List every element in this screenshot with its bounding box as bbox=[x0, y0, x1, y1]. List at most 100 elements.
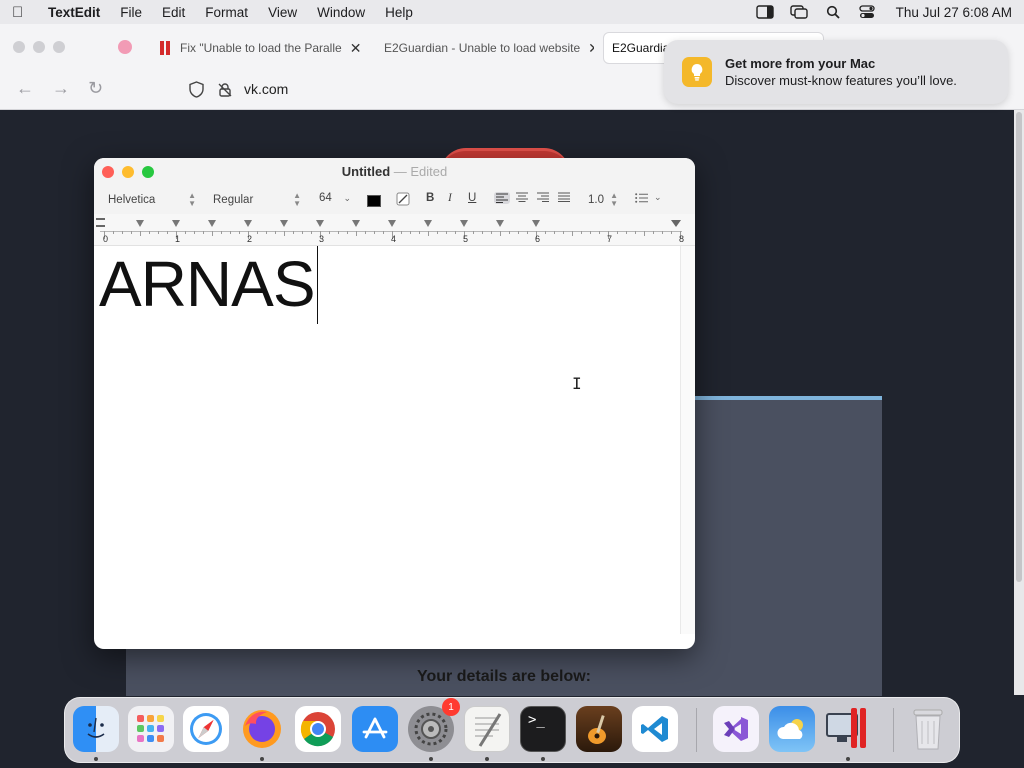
connection-info-icon[interactable] bbox=[217, 82, 233, 101]
tab-stop-marker-icon[interactable] bbox=[172, 220, 180, 227]
weather-icon[interactable] bbox=[769, 706, 815, 752]
indent-marker-icon[interactable] bbox=[96, 218, 105, 227]
ruler-minor-tick bbox=[347, 231, 348, 234]
align-right-icon[interactable] bbox=[537, 192, 549, 202]
bold-button[interactable]: B bbox=[426, 192, 434, 204]
shield-icon[interactable] bbox=[189, 81, 204, 101]
bullet-list-icon bbox=[635, 192, 648, 203]
align-justify-icon[interactable] bbox=[558, 192, 570, 202]
tab-close-icon[interactable]: ✕ bbox=[350, 40, 362, 57]
firefox-icon[interactable] bbox=[239, 706, 285, 752]
chrome-icon[interactable] bbox=[295, 706, 341, 752]
tab-stop-marker-icon[interactable] bbox=[244, 220, 252, 227]
italic-button[interactable]: I bbox=[448, 192, 452, 204]
visual-studio-icon[interactable] bbox=[713, 706, 759, 752]
vscode-icon[interactable] bbox=[632, 706, 678, 752]
ruler-minor-tick bbox=[122, 231, 123, 234]
details-label: Your details are below: bbox=[417, 668, 591, 685]
align-center-icon[interactable] bbox=[516, 192, 528, 202]
browser-minimize-button[interactable] bbox=[33, 41, 45, 53]
document-text[interactable]: ARNAS bbox=[99, 248, 315, 320]
forward-arrow-icon[interactable]: → bbox=[52, 78, 70, 99]
underline-button[interactable]: U bbox=[468, 192, 476, 204]
launchpad-icon[interactable] bbox=[128, 706, 174, 752]
app-menu-textedit[interactable]: TextEdit bbox=[48, 5, 100, 20]
ruler-minor-tick bbox=[365, 231, 366, 234]
font-style-value: Regular bbox=[213, 194, 254, 206]
safari-icon[interactable] bbox=[183, 706, 229, 752]
apple-menu-icon[interactable]:  bbox=[12, 4, 38, 21]
ruler-minor-tick bbox=[419, 231, 420, 234]
tab-stop-marker-icon[interactable] bbox=[532, 220, 540, 227]
trash-icon[interactable] bbox=[905, 706, 951, 752]
tab-stop-marker-icon[interactable] bbox=[352, 220, 360, 227]
menubar-clock[interactable]: Thu Jul 27 6:08 AM bbox=[896, 5, 1012, 20]
tab-stop-marker-icon[interactable] bbox=[136, 220, 144, 227]
menu-format[interactable]: Format bbox=[205, 5, 248, 20]
document-text-line[interactable]: ARNAS bbox=[99, 246, 318, 324]
ruler-number: 0 bbox=[103, 234, 109, 244]
garageband-icon[interactable] bbox=[576, 706, 622, 752]
app-store-icon[interactable] bbox=[352, 706, 398, 752]
tips-notification[interactable]: Get more from your Mac Discover must-kno… bbox=[664, 40, 1008, 104]
reload-icon[interactable]: ↻ bbox=[88, 78, 103, 99]
ruler-minor-tick bbox=[428, 231, 429, 236]
tab-stop-marker-icon[interactable] bbox=[424, 220, 432, 227]
tab-stop-marker-icon[interactable] bbox=[460, 220, 468, 227]
dock-separator bbox=[696, 708, 697, 752]
menu-help[interactable]: Help bbox=[385, 5, 413, 20]
right-margin-marker-icon[interactable] bbox=[671, 220, 681, 227]
ruler[interactable]: 0 1 2 3 4 5 6 7 8 bbox=[94, 214, 695, 246]
page-scrollbar[interactable] bbox=[1014, 110, 1024, 695]
ruler-minor-tick bbox=[311, 231, 312, 234]
ruler-minor-tick bbox=[338, 231, 339, 234]
sidebar-toggle-icon[interactable] bbox=[755, 5, 774, 19]
page-scroll-thumb[interactable] bbox=[1016, 112, 1022, 582]
document-area[interactable]: ARNAS I bbox=[94, 246, 680, 634]
tab-stop-marker-icon[interactable] bbox=[388, 220, 396, 227]
tab-stop-marker-icon[interactable] bbox=[280, 220, 288, 227]
highlight-color-icon[interactable] bbox=[396, 192, 410, 206]
terminal-icon[interactable]: >_ bbox=[520, 706, 566, 752]
tab-stop-marker-icon[interactable] bbox=[316, 220, 324, 227]
screen-mirroring-icon[interactable] bbox=[789, 5, 808, 19]
control-center-icon[interactable] bbox=[858, 5, 876, 19]
font-style-select[interactable]: Regular ▲ ▼ bbox=[213, 192, 301, 208]
ruler-minor-tick bbox=[203, 231, 204, 234]
tab-close-icon[interactable]: ✕ bbox=[588, 40, 594, 57]
textedit-titlebar[interactable]: Untitled — Edited bbox=[94, 158, 695, 186]
list-style-select[interactable]: ⌄ bbox=[635, 192, 662, 203]
document-scrollbar[interactable] bbox=[680, 246, 695, 634]
browser-zoom-button[interactable] bbox=[53, 41, 65, 53]
textedit-icon[interactable] bbox=[464, 706, 510, 752]
font-size-combo[interactable]: 64 ⌄ bbox=[319, 192, 351, 204]
private-browsing-icon[interactable] bbox=[118, 40, 132, 54]
text-color-well[interactable] bbox=[367, 195, 381, 207]
ruler-minor-tick bbox=[239, 231, 240, 234]
line-spacing-select[interactable]: 1.0 ▲ ▼ bbox=[588, 192, 618, 208]
font-family-select[interactable]: Helvetica ▲ ▼ bbox=[108, 192, 196, 208]
ruler-minor-tick bbox=[554, 231, 555, 234]
tab-parallels-fix[interactable]: Fix "Unable to load the Paralle ✕ bbox=[160, 32, 370, 64]
parallels-icon[interactable] bbox=[825, 706, 871, 752]
tab-stop-marker-icon[interactable] bbox=[496, 220, 504, 227]
browser-close-button[interactable] bbox=[13, 41, 25, 53]
tab-e2guardian-unable[interactable]: E2Guardian - Unable to load website ✕ bbox=[384, 32, 594, 64]
menu-file[interactable]: File bbox=[120, 5, 142, 20]
ruler-minor-tick bbox=[653, 231, 654, 234]
chevron-down-icon: ⌄ bbox=[654, 192, 662, 202]
url-field[interactable]: vk.com bbox=[244, 81, 288, 97]
updown-chevron-icon: ▲ ▼ bbox=[610, 191, 618, 208]
ruler-minor-tick bbox=[266, 231, 267, 234]
align-left-icon[interactable] bbox=[494, 192, 510, 204]
spotlight-search-icon[interactable] bbox=[824, 5, 842, 19]
finder-icon[interactable] bbox=[73, 706, 119, 752]
menu-view[interactable]: View bbox=[268, 5, 297, 20]
ruler-minor-tick bbox=[473, 231, 474, 234]
system-settings-icon[interactable]: 1 bbox=[408, 698, 460, 752]
back-arrow-icon[interactable]: ← bbox=[16, 78, 34, 99]
tab-stop-marker-icon[interactable] bbox=[208, 220, 216, 227]
menu-window[interactable]: Window bbox=[317, 5, 365, 20]
ruler-minor-tick bbox=[518, 231, 519, 234]
menu-edit[interactable]: Edit bbox=[162, 5, 185, 20]
